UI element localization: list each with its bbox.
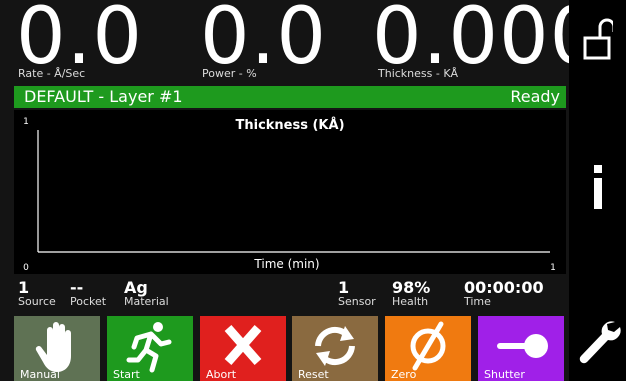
thickness-chart: Thickness (KÅ) 1 0 1 Time (min) (14, 110, 566, 274)
thickness-caption: Thickness - KÅ (378, 67, 459, 80)
deposition-controller-screen: 0.0 Rate - Å/Sec 0.0 Power - % 0.000 Thi… (0, 0, 626, 381)
wrench-icon[interactable] (575, 316, 621, 368)
manual-label: Manual (20, 368, 60, 381)
power-caption: Power - % (202, 67, 257, 80)
zero-button[interactable]: Zero (385, 316, 471, 381)
shutter-button[interactable]: Shutter (478, 316, 564, 381)
x-tick-label-start: 0 (23, 263, 29, 273)
source-label: Source (18, 295, 56, 308)
start-label: Start (113, 368, 140, 381)
chart-title: Thickness (KÅ) (235, 117, 344, 133)
layer-title: DEFAULT - Layer #1 (24, 87, 183, 106)
rate-readout: 0.0 Rate - Å/Sec (14, 0, 194, 86)
info-row: 1 Source -- Pocket Ag Material 1 Sensor … (14, 278, 566, 312)
manual-button[interactable]: Manual (14, 316, 100, 381)
status-bar: DEFAULT - Layer #1 Ready (14, 86, 566, 108)
zero-label: Zero (391, 368, 417, 381)
abort-button[interactable]: Abort (200, 316, 286, 381)
status-state: Ready (510, 87, 560, 106)
info-icon[interactable] (591, 165, 605, 209)
right-sidebar (569, 0, 626, 381)
x-tick-label-end: 1 (550, 263, 556, 273)
thickness-readout: 0.000 Thickness - KÅ (372, 0, 599, 86)
unlock-icon[interactable] (583, 16, 613, 62)
health-label: Health (392, 295, 429, 308)
pocket-label: Pocket (70, 295, 107, 308)
shutter-label: Shutter (484, 368, 525, 381)
chart-svg: Thickness (KÅ) 1 0 1 Time (min) (23, 117, 556, 273)
y-tick-label: 1 (23, 117, 29, 127)
reset-label: Reset (298, 368, 329, 381)
time-label: Time (464, 295, 491, 308)
rate-caption: Rate - Å/Sec (18, 67, 86, 80)
x-axis-label: Time (min) (253, 257, 319, 271)
material-label: Material (124, 295, 169, 308)
abort-label: Abort (206, 368, 237, 381)
sensor-label: Sensor (338, 295, 376, 308)
reset-button[interactable]: Reset (292, 316, 378, 381)
power-readout: 0.0 Power - % (196, 0, 366, 86)
start-button[interactable]: Start (107, 316, 193, 381)
